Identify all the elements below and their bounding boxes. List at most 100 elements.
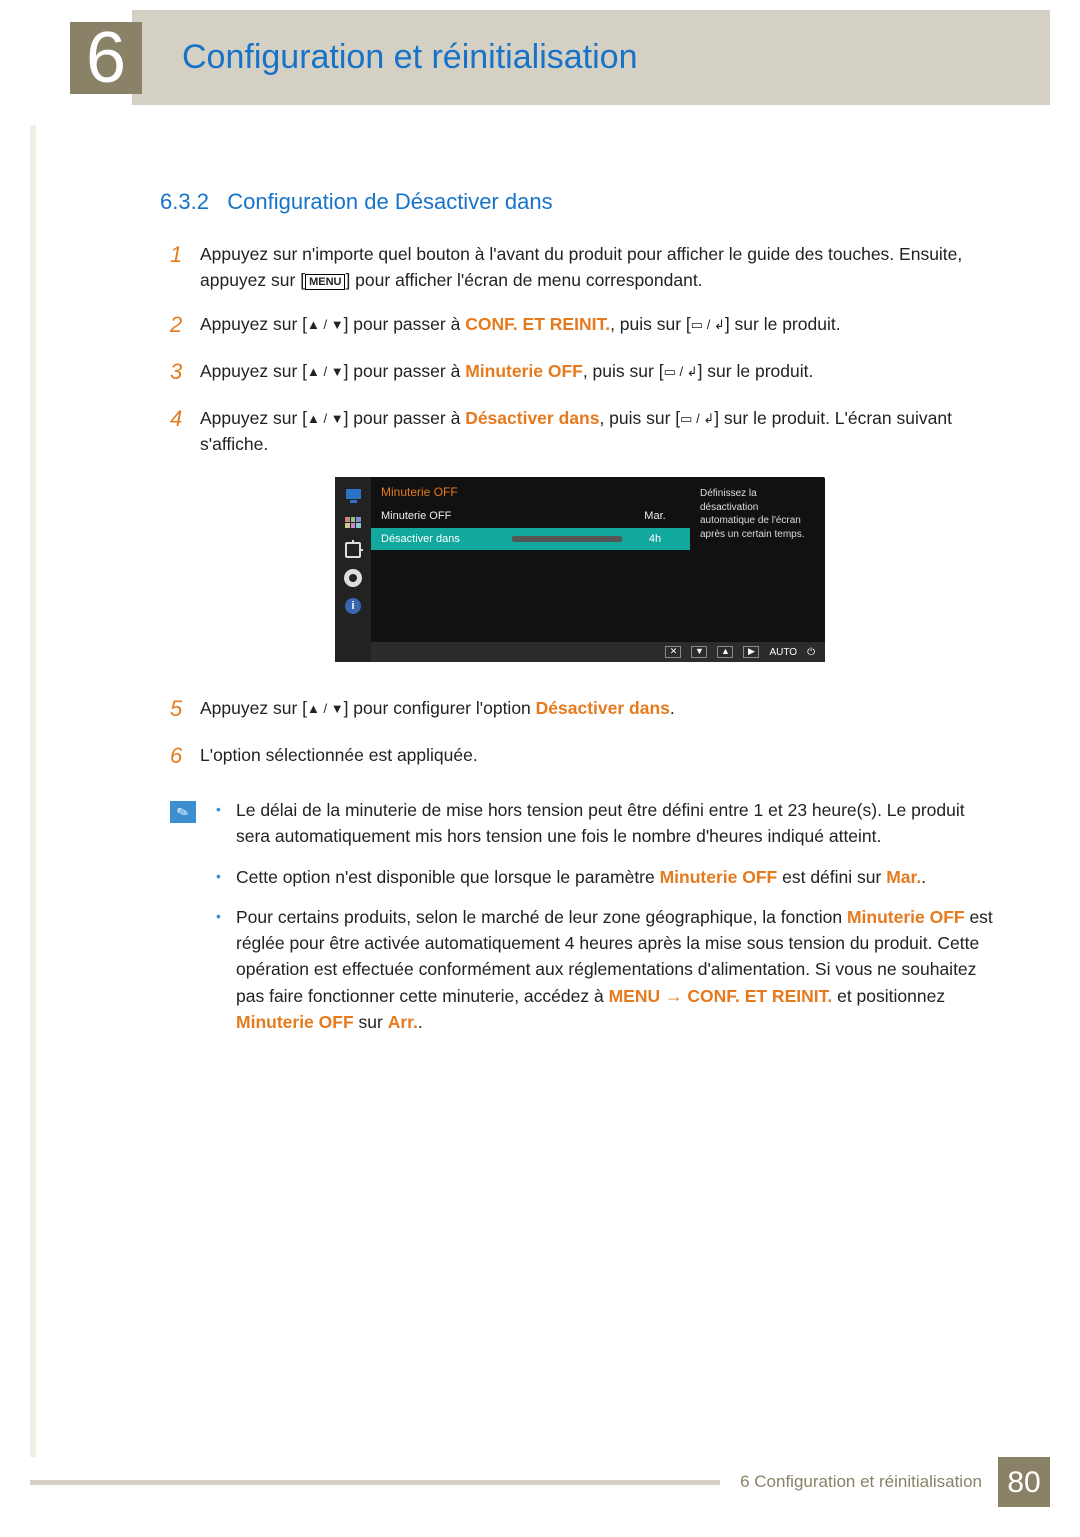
highlighted-term: MENU xyxy=(609,986,661,1006)
step-body: Appuyez sur [▲ / ▼] pour configurer l'op… xyxy=(200,692,1000,725)
bullet-icon: • xyxy=(216,904,236,1035)
text: ] pour configurer l'option xyxy=(344,698,536,718)
note-block: • Le délai de la minuterie de mise hors … xyxy=(170,797,1000,1049)
step-number: 1 xyxy=(170,238,200,294)
highlighted-term: Arr. xyxy=(388,1012,418,1032)
enter-key-icon: ▭ / ↲ xyxy=(664,362,698,382)
step-body: Appuyez sur [▲ / ▼] pour passer à Minute… xyxy=(200,355,1000,388)
text: est défini sur xyxy=(777,867,886,887)
text: , puis sur [ xyxy=(610,314,691,334)
chapter-header: 6 Configuration et réinitialisation xyxy=(0,10,1080,105)
bullet-icon: • xyxy=(216,797,236,850)
step-number: 4 xyxy=(170,402,200,458)
highlighted-term: Mar. xyxy=(886,867,921,887)
text: . xyxy=(670,698,675,718)
step-list-continued: 5 Appuyez sur [▲ / ▼] pour configurer l'… xyxy=(170,692,1000,772)
color-grid-icon xyxy=(343,513,363,531)
text: Appuyez sur [ xyxy=(200,408,307,428)
section-heading: 6.3.2 Configuration de Désactiver dans xyxy=(160,185,1000,218)
note-item: • Cette option n'est disponible que lors… xyxy=(216,864,1000,890)
gear-icon xyxy=(343,569,363,587)
highlighted-term: CONF. ET REINIT. xyxy=(465,314,610,334)
step-body: Appuyez sur n'importe quel bouton à l'av… xyxy=(200,238,1000,294)
osd-row-desactiver-dans: Désactiver dans 4h xyxy=(371,528,690,551)
page-footer: 6 Configuration et réinitialisation 80 xyxy=(30,1457,1050,1507)
bullet-icon: • xyxy=(216,864,236,890)
text: et positionnez xyxy=(832,986,945,1006)
step-body: Appuyez sur [▲ / ▼] pour passer à Désact… xyxy=(200,402,1000,458)
text: sur xyxy=(354,1012,388,1032)
frame-icon xyxy=(343,541,363,559)
text: ] sur le produit. xyxy=(725,314,841,334)
osd-row-value: 4h xyxy=(630,531,680,548)
decorative-left-stripe xyxy=(30,125,36,1457)
updown-key-icon: ▲ / ▼ xyxy=(307,362,344,382)
auto-label: AUTO xyxy=(769,645,797,660)
step-number: 2 xyxy=(170,308,200,341)
step-number: 5 xyxy=(170,692,200,725)
osd-title: Minuterie OFF xyxy=(371,477,690,505)
step-3: 3 Appuyez sur [▲ / ▼] pour passer à Minu… xyxy=(170,355,1000,388)
chapter-title-bar: Configuration et réinitialisation xyxy=(132,10,1050,105)
updown-key-icon: ▲ / ▼ xyxy=(307,315,344,335)
text: Le délai de la minuterie de mise hors te… xyxy=(236,797,1000,850)
text: ] pour afficher l'écran de menu correspo… xyxy=(345,270,702,290)
step-6: 6 L'option sélectionnée est appliquée. xyxy=(170,739,1000,772)
section-number: 6.3.2 xyxy=(160,189,209,214)
note-icon xyxy=(170,801,196,823)
step-number: 3 xyxy=(170,355,200,388)
step-2: 2 Appuyez sur [▲ / ▼] pour passer à CONF… xyxy=(170,308,1000,341)
info-icon: i xyxy=(343,597,363,615)
footer-chapter-text: 6 Configuration et réinitialisation xyxy=(740,1469,982,1495)
text: ] pour passer à xyxy=(344,408,466,428)
step-list: 1 Appuyez sur n'importe quel bouton à l'… xyxy=(170,238,1000,457)
text: ] pour passer à xyxy=(344,361,466,381)
highlighted-term: Désactiver dans xyxy=(465,408,599,428)
monitor-icon xyxy=(343,485,363,503)
section-title-text: Configuration de Désactiver dans xyxy=(227,189,552,214)
highlighted-term: Désactiver dans xyxy=(536,698,670,718)
text: Appuyez sur [ xyxy=(200,314,307,334)
step-4: 4 Appuyez sur [▲ / ▼] pour passer à Désa… xyxy=(170,402,1000,458)
text: Pour certains produits, selon le marché … xyxy=(236,907,847,927)
close-icon: ✕ xyxy=(665,646,681,658)
page-content: 6.3.2 Configuration de Désactiver dans 1… xyxy=(160,185,1000,1049)
chapter-number-badge: 6 xyxy=(70,22,142,94)
power-icon: ⏻ xyxy=(807,645,815,660)
osd-bottom-bar: ✕ ▼ ▲ ▶ AUTO ⏻ xyxy=(371,642,825,662)
highlighted-term: Minuterie OFF xyxy=(465,361,583,381)
osd-row-minuterie-off: Minuterie OFF Mar. xyxy=(371,505,690,528)
osd-main-panel: Minuterie OFF Minuterie OFF Mar. Désacti… xyxy=(371,477,690,662)
text: ] pour passer à xyxy=(344,314,466,334)
highlighted-term: Minuterie OFF xyxy=(236,1012,354,1032)
highlighted-term: Minuterie OFF xyxy=(847,907,965,927)
menu-key-icon: MENU xyxy=(305,274,345,290)
osd-help-text: Définissez la désactivation automatique … xyxy=(690,477,825,662)
text: , puis sur [ xyxy=(599,408,680,428)
text: ] sur le produit. xyxy=(698,361,814,381)
enter-key-icon: ▭ / ↲ xyxy=(691,315,725,335)
text: . xyxy=(921,867,926,887)
right-icon: ▶ xyxy=(743,646,759,658)
step-1: 1 Appuyez sur n'importe quel bouton à l'… xyxy=(170,238,1000,294)
note-item: • Le délai de la minuterie de mise hors … xyxy=(216,797,1000,850)
step-5: 5 Appuyez sur [▲ / ▼] pour configurer l'… xyxy=(170,692,1000,725)
slider-icon xyxy=(512,536,622,542)
enter-key-icon: ▭ / ↲ xyxy=(680,409,714,429)
text: , puis sur [ xyxy=(583,361,664,381)
note-list: • Le délai de la minuterie de mise hors … xyxy=(216,797,1000,1049)
text: . xyxy=(418,1012,423,1032)
step-body: L'option sélectionnée est appliquée. xyxy=(200,739,1000,772)
osd-row-label: Désactiver dans xyxy=(381,531,512,548)
updown-key-icon: ▲ / ▼ xyxy=(307,409,344,429)
step-body: Appuyez sur [▲ / ▼] pour passer à CONF. … xyxy=(200,308,1000,341)
step-number: 6 xyxy=(170,739,200,772)
text: Appuyez sur [ xyxy=(200,698,307,718)
osd-row-value: Mar. xyxy=(630,508,680,525)
down-icon: ▼ xyxy=(691,646,707,658)
text: Cette option n'est disponible que lorsqu… xyxy=(236,864,926,890)
osd-menu-screenshot: i Minuterie OFF Minuterie OFF Mar. Désac… xyxy=(335,477,825,662)
text: Appuyez sur [ xyxy=(200,361,307,381)
osd-row-label: Minuterie OFF xyxy=(381,508,630,525)
osd-sidebar: i xyxy=(335,477,371,662)
